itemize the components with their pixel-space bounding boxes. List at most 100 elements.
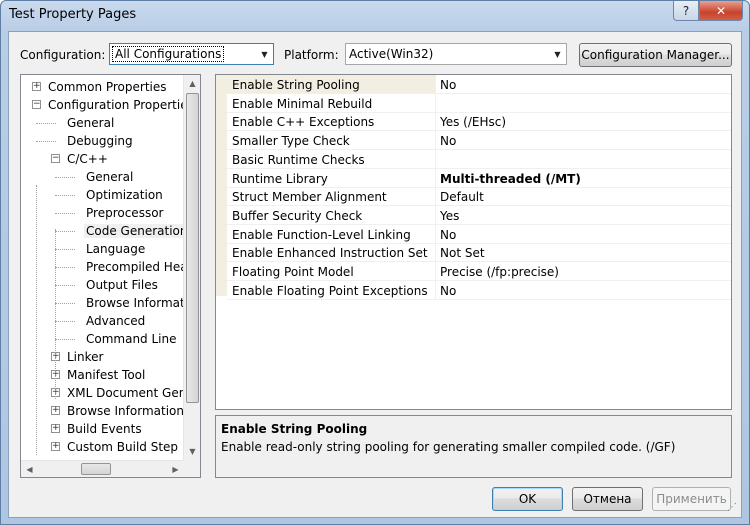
collapse-icon[interactable]: − — [32, 100, 41, 109]
column-divider — [435, 206, 436, 225]
tree-horizontal-scrollbar[interactable]: ◀ ▶ — [21, 460, 184, 477]
property-row[interactable]: Enable C++ Exceptions Yes (/EHsc) — [227, 112, 731, 131]
scrollbar-corner — [183, 460, 200, 477]
property-row[interactable]: Enable Enhanced Instruction Set Not Set — [227, 243, 731, 262]
configuration-manager-button[interactable]: Configuration Manager... — [579, 43, 732, 67]
configuration-label: Configuration: — [20, 48, 106, 62]
tree-connector — [55, 285, 75, 286]
tree-item[interactable]: Manifest Tool — [65, 366, 147, 384]
tree-connector — [55, 195, 75, 196]
tree-item[interactable]: Browse Information — [65, 402, 186, 420]
property-row[interactable]: Enable String Pooling No — [227, 75, 731, 94]
tree-item[interactable]: XML Document Genera — [65, 384, 201, 402]
configuration-dropdown[interactable]: All Configurations ▼ — [109, 43, 274, 65]
scroll-up-icon[interactable]: ▲ — [184, 75, 200, 92]
tree-item[interactable]: Custom Build Step — [65, 438, 180, 456]
property-row[interactable]: Smaller Type Check No — [227, 131, 731, 150]
property-name: Floating Point Model — [232, 265, 354, 279]
scroll-down-icon[interactable]: ▼ — [184, 443, 200, 460]
tree-item[interactable]: C/C++ — [65, 150, 110, 168]
property-name: Smaller Type Check — [232, 134, 350, 148]
property-row[interactable]: Runtime Library Multi-threaded (/MT) — [227, 169, 731, 188]
property-row[interactable]: Enable Minimal Rebuild — [227, 94, 731, 113]
property-value[interactable]: No — [440, 134, 456, 148]
property-value[interactable]: Yes (/EHsc) — [440, 115, 506, 129]
tree-item[interactable]: Code Generation — [84, 222, 190, 240]
tree-item-label: Browse Information — [67, 404, 184, 418]
help-button[interactable]: ? — [673, 1, 699, 21]
property-row[interactable]: Floating Point Model Precise (/fp:precise… — [227, 262, 731, 281]
property-value[interactable]: Multi-threaded (/MT) — [440, 172, 581, 186]
tree-guide-line — [36, 185, 37, 455]
scroll-right-icon[interactable]: ▶ — [167, 461, 184, 477]
ok-button[interactable]: OK — [492, 487, 563, 511]
resize-grip-icon[interactable]: ⋰ — [727, 503, 739, 515]
tree-connector — [55, 303, 75, 304]
expand-icon[interactable]: + — [51, 424, 60, 433]
cancel-button[interactable]: Отмена — [572, 487, 643, 511]
property-name: Enable Floating Point Exceptions — [232, 284, 428, 298]
column-divider — [435, 281, 436, 300]
tree-vertical-scrollbar[interactable]: ▲ ▼ — [183, 75, 200, 460]
tree-item[interactable]: Configuration Properties — [46, 96, 196, 114]
scroll-left-icon[interactable]: ◀ — [21, 461, 38, 477]
property-grid[interactable]: Enable String Pooling No Enable Minimal Re… — [215, 74, 732, 410]
property-name: Enable C++ Exceptions — [232, 115, 375, 129]
title-bar[interactable]: Test Property Pages ? ✕ — [1, 1, 749, 31]
tree-connector — [55, 213, 75, 214]
tree-item-label: XML Document Genera — [67, 386, 201, 400]
tree-item-label: Advanced — [86, 314, 146, 328]
tree-item[interactable]: Advanced — [84, 312, 147, 330]
property-value[interactable]: Precise (/fp:precise) — [440, 265, 559, 279]
property-row[interactable]: Enable Function-Level Linking No — [227, 225, 731, 244]
apply-button[interactable]: Применить — [652, 487, 731, 511]
property-pages-window: Test Property Pages ? ✕ Configuration: A… — [0, 0, 750, 525]
tree-item[interactable]: Output Files — [84, 276, 160, 294]
tree-item-label: Configuration Properties — [48, 98, 194, 112]
tree-item[interactable]: Command Line — [84, 330, 179, 348]
tree-item[interactable]: General — [84, 168, 135, 186]
collapse-icon[interactable]: − — [51, 154, 60, 163]
tree-item-label: C/C++ — [67, 152, 108, 166]
tree-item[interactable]: Linker — [65, 348, 105, 366]
category-tree[interactable]: Common Properties + Configuration Properti… — [20, 74, 201, 478]
property-value[interactable]: Yes — [440, 209, 459, 223]
close-button[interactable]: ✕ — [699, 1, 743, 21]
tree-connector — [55, 339, 75, 340]
expand-icon[interactable]: + — [51, 406, 60, 415]
tree-item[interactable]: Debugging — [65, 132, 135, 150]
property-value[interactable]: No — [440, 284, 456, 298]
property-value[interactable]: No — [440, 78, 456, 92]
platform-dropdown[interactable]: Active(Win32) ▼ — [345, 43, 567, 65]
tree-item[interactable]: Optimization — [84, 186, 165, 204]
expand-icon[interactable]: + — [32, 82, 41, 91]
tree-item-label: Custom Build Step — [67, 440, 179, 454]
expand-icon[interactable]: + — [51, 442, 60, 451]
column-divider — [435, 169, 436, 188]
dialog-client: Configuration: All Configurations ▼ Plat… — [8, 31, 742, 518]
scroll-thumb[interactable] — [81, 463, 111, 475]
column-divider — [435, 150, 436, 169]
property-row[interactable]: Struct Member Alignment Default — [227, 187, 731, 206]
chevron-down-icon: ▼ — [554, 49, 561, 59]
property-row[interactable]: Basic Runtime Checks — [227, 150, 731, 169]
configuration-value: All Configurations — [112, 46, 225, 62]
tree-item[interactable]: Language — [84, 240, 147, 258]
property-name: Basic Runtime Checks — [232, 153, 365, 167]
description-body: Enable read-only string pooling for gene… — [221, 440, 676, 454]
tree-item[interactable]: General — [65, 114, 116, 132]
tree-item[interactable]: Build Events — [65, 420, 144, 438]
property-value[interactable]: No — [440, 228, 456, 242]
property-row[interactable]: Buffer Security Check Yes — [227, 206, 731, 225]
description-panel: Enable String Pooling Enable read-only s… — [215, 415, 732, 478]
tree-item-label: Command Line — [86, 332, 177, 346]
property-value[interactable]: Default — [440, 190, 484, 204]
property-value[interactable]: Not Set — [440, 246, 485, 260]
scroll-thumb[interactable] — [186, 93, 199, 403]
column-divider — [435, 94, 436, 113]
tree-item[interactable]: Preprocessor — [84, 204, 165, 222]
tree-connector — [55, 177, 75, 178]
tree-item[interactable]: Common Properties — [46, 78, 169, 96]
tree-item-label: Output Files — [86, 278, 158, 292]
property-row[interactable]: Enable Floating Point Exceptions No — [227, 281, 731, 300]
